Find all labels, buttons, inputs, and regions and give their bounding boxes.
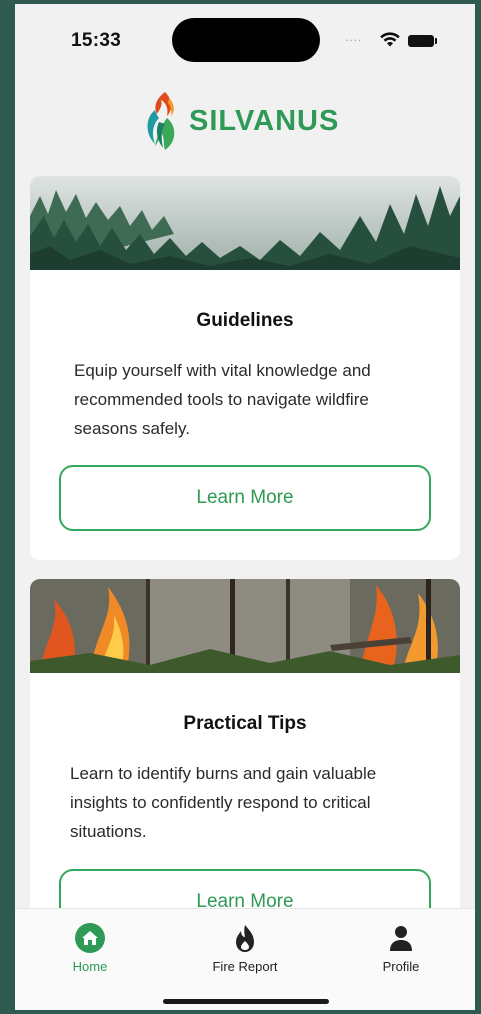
card-description: Learn to identify burns and gain valuabl… — [70, 764, 377, 841]
card-title: Guidelines — [196, 310, 294, 331]
tab-home[interactable]: Home — [35, 921, 145, 974]
brand-name: SILVANUS — [189, 104, 340, 137]
guidelines-card: Guidelines Equip yourself with vital kno… — [30, 176, 460, 560]
tab-fire-report[interactable]: Fire Report — [190, 921, 300, 974]
tab-label: Profile — [382, 959, 420, 974]
tab-label: Home — [72, 959, 108, 974]
silvanus-logo: SILVANUS — [143, 88, 339, 154]
tab-bar: Home Fire Report Profile — [15, 908, 475, 1010]
tab-profile[interactable]: Profile — [346, 921, 456, 974]
status-bar: 15:33 .... — [15, 4, 475, 66]
battery-icon — [408, 35, 437, 47]
home-icon — [75, 923, 105, 953]
fire-icon — [236, 925, 254, 952]
wifi-icon — [380, 32, 400, 47]
person-icon — [390, 926, 412, 951]
card-description: Equip yourself with vital knowledge and … — [74, 361, 371, 438]
signal-icon: .... — [345, 30, 363, 44]
status-time: 15:33 — [71, 30, 122, 51]
learn-more-button[interactable]: Learn More — [59, 465, 431, 531]
flame-leaf-logo-icon — [147, 92, 175, 150]
home-indicator[interactable] — [163, 999, 329, 1004]
dynamic-island — [172, 18, 320, 62]
card-title: Practical Tips — [183, 713, 307, 734]
forest-fire-image — [30, 579, 460, 673]
misty-forest-image — [30, 176, 460, 270]
phone-screen: 15:33 .... SILVANUS Guidelines Equip you… — [15, 4, 475, 1010]
tab-label: Fire Report — [212, 959, 278, 974]
